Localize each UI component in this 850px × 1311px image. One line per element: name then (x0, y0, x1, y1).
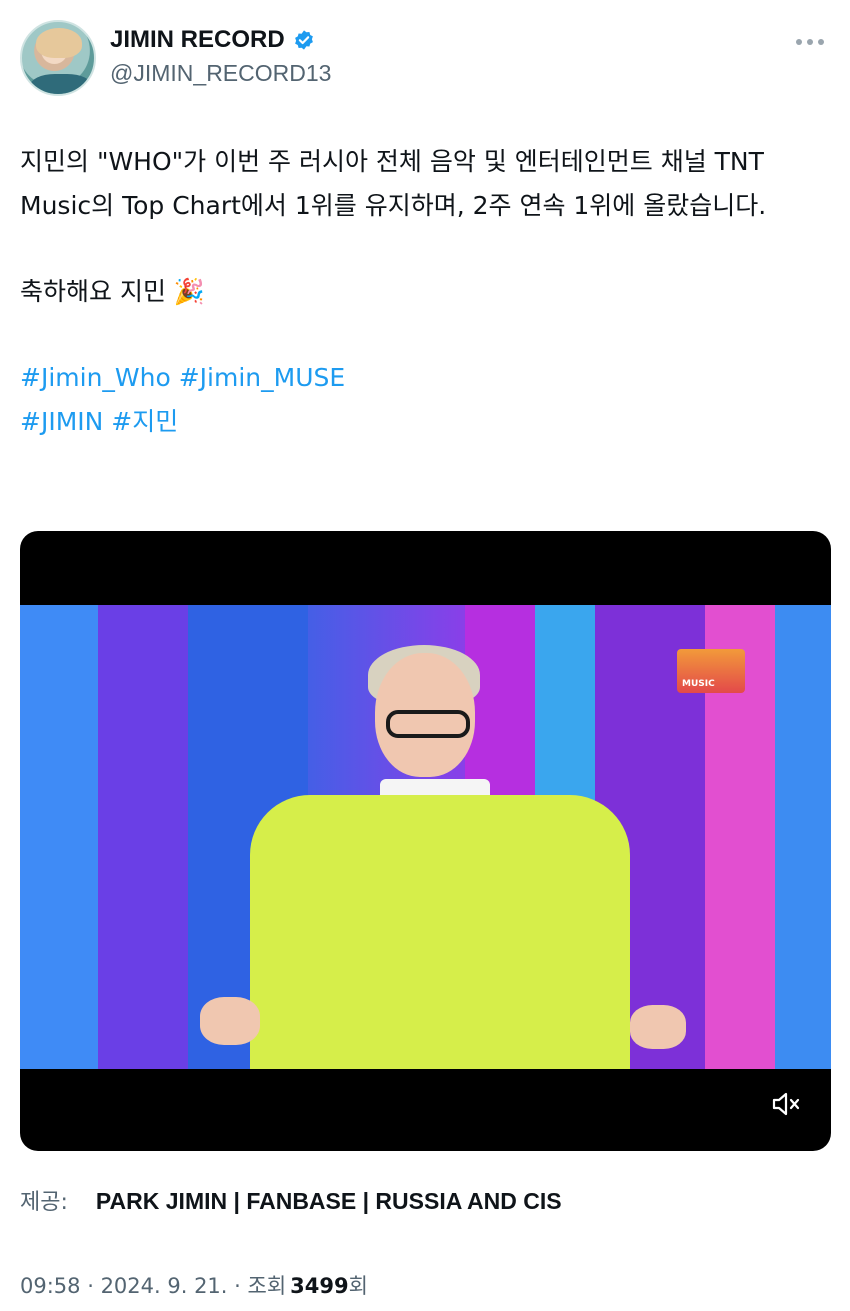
congrats-text: 축하해요 지민 (20, 277, 166, 306)
source-account-link[interactable]: PARK JIMIN | FANBASE | RUSSIA AND CIS (96, 1188, 562, 1215)
hashtag-link[interactable]: #Jimin_MUSE (179, 363, 345, 392)
tweet-text: 지민의 "WHO"가 이번 주 러시아 전체 음악 및 엔터테인먼트 채널 TN… (20, 140, 830, 444)
more-options-icon[interactable] (790, 32, 830, 52)
display-name[interactable]: JIMIN RECORD (110, 26, 285, 54)
views-count: 3499 (290, 1274, 349, 1298)
user-handle[interactable]: @JIMIN_RECORD13 (110, 60, 331, 87)
presenter-right-hand (630, 1005, 686, 1049)
avatar-hair (36, 28, 82, 58)
views-label: 조회 (247, 1274, 287, 1298)
tweet-meta: 09:58 · 2024. 9. 21. · 조회 3499 회 (20, 1270, 368, 1300)
presenter-left-hand (200, 997, 260, 1045)
meta-separator: · (227, 1274, 248, 1298)
volume-muted-icon[interactable] (771, 1091, 801, 1117)
tweet-date[interactable]: 2024. 9. 21. (101, 1274, 228, 1298)
hashtag-link[interactable]: #Jimin_Who (20, 363, 171, 392)
avatar-shirt (30, 74, 92, 94)
video-player[interactable]: MUSIC (20, 531, 831, 1151)
media-source: 제공: PARK JIMIN | FANBASE | RUSSIA AND CI… (20, 1184, 562, 1216)
hashtag-row: #Jimin_Who #Jimin_MUSE (20, 356, 830, 400)
tweet-header: JIMIN RECORD @JIMIN_RECORD13 (20, 20, 830, 96)
verified-badge-icon (294, 30, 313, 50)
video-frame: MUSIC (20, 605, 831, 1069)
avatar[interactable] (20, 20, 96, 96)
party-popper-emoji: 🎉 (173, 277, 206, 306)
hashtag-row: #JIMIN #지민 (20, 400, 830, 444)
hashtag-link[interactable]: #JIMIN (20, 407, 103, 436)
tweet-congrats-line: 축하해요 지민 🎉 (20, 270, 830, 314)
tweet-time[interactable]: 09:58 (20, 1274, 81, 1298)
presenter-glasses (386, 710, 470, 738)
name-row: JIMIN RECORD (110, 26, 315, 54)
hashtag-link[interactable]: #지민 (111, 407, 178, 436)
tweet-body-text: 지민의 "WHO"가 이번 주 러시아 전체 음악 및 엔터테인먼트 채널 TN… (20, 147, 767, 220)
source-label: 제공: (20, 1190, 68, 1215)
views-suffix: 회 (348, 1274, 368, 1298)
meta-separator: · (80, 1274, 101, 1298)
presenter-sweater (250, 795, 630, 1069)
tnt-logo-sub: MUSIC (682, 679, 715, 689)
